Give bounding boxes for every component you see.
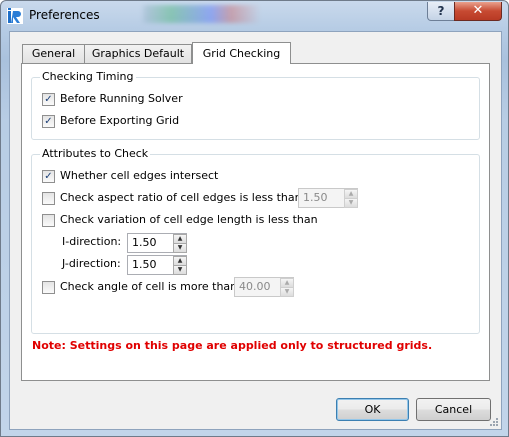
tab-general[interactable]: General [22, 44, 85, 63]
checkbox-unchecked-icon[interactable] [42, 281, 55, 294]
checkbox-label: Before Exporting Grid [60, 114, 180, 127]
spinbox-value: 40.00 [239, 280, 271, 293]
background-window-blur [121, 5, 471, 23]
spinbox-buttons: ▲ ▼ [173, 234, 187, 253]
dialog-title: Preferences [29, 8, 100, 22]
spinbox-buttons: ▲ ▼ [280, 278, 294, 297]
cancel-button[interactable]: Cancel [416, 398, 491, 421]
spinbox-buttons: ▲ ▼ [344, 189, 358, 208]
checkbox-checked-icon[interactable]: ✓ [42, 93, 55, 106]
checkbox-unchecked-icon[interactable] [42, 192, 55, 205]
aspect-ratio-spinbox[interactable]: 1.50 ▲ ▼ [298, 188, 358, 208]
app-icon [7, 8, 23, 24]
j-direction-spinbox[interactable]: 1.50 ▲ ▼ [127, 255, 187, 275]
spin-down-arrow-icon[interactable]: ▼ [173, 265, 187, 275]
spinbox-value: 1.50 [132, 258, 157, 271]
checkbox-label: Before Running Solver [60, 92, 183, 105]
close-button[interactable]: ✕ [454, 2, 502, 21]
checkbox-checked-icon[interactable]: ✓ [42, 115, 55, 128]
help-button[interactable]: ? [427, 2, 455, 21]
attributes-title: Attributes to Check [40, 147, 151, 160]
ok-button[interactable]: OK [336, 398, 409, 421]
spin-down-arrow-icon[interactable]: ▼ [280, 287, 294, 297]
tab-graphics-default[interactable]: Graphics Default [84, 44, 192, 63]
checkbox-checked-icon[interactable]: ✓ [42, 170, 55, 183]
checking-timing-title: Checking Timing [40, 70, 136, 83]
checkbox-unchecked-icon[interactable] [42, 214, 55, 227]
title-bar[interactable]: Preferences ? ✕ [1, 1, 508, 31]
checkbox-label: Check aspect ratio of cell edges is less… [60, 191, 302, 204]
checkbox-label: Whether cell edges intersect [60, 169, 219, 182]
checkbox-label: Check angle of cell is more than [60, 280, 238, 293]
spinbox-value: 1.50 [132, 236, 157, 249]
preferences-dialog: Preferences ? ✕ General Graphics Default… [0, 0, 509, 437]
spin-down-arrow-icon[interactable]: ▼ [344, 198, 358, 208]
i-direction-spinbox[interactable]: 1.50 ▲ ▼ [127, 233, 187, 253]
spinbox-buttons: ▲ ▼ [173, 256, 187, 275]
tab-grid-checking[interactable]: Grid Checking [192, 42, 291, 64]
attributes-to-check-group: Attributes to Check ✓ Whether cell edges… [31, 147, 480, 334]
checkbox-label: Check variation of cell edge length is l… [60, 213, 318, 226]
j-direction-label: J-direction: [62, 257, 121, 270]
resize-grip-icon[interactable] [488, 416, 498, 426]
spinbox-value: 1.50 [303, 191, 328, 204]
i-direction-label: I-direction: [62, 235, 122, 248]
grid-checking-panel: Checking Timing ✓ Before Running Solver … [21, 63, 490, 381]
dialog-body: General Graphics Default Grid Checking C… [9, 31, 502, 430]
structured-grids-note: Note: Settings on this page are applied … [32, 339, 433, 352]
cell-angle-spinbox[interactable]: 40.00 ▲ ▼ [234, 277, 294, 297]
spin-down-arrow-icon[interactable]: ▼ [173, 243, 187, 253]
checking-timing-group: Checking Timing ✓ Before Running Solver … [31, 70, 480, 140]
